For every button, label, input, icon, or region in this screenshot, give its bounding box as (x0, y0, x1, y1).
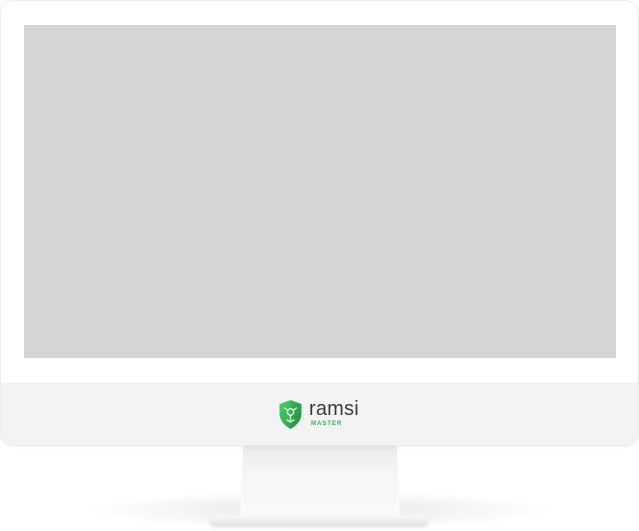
monitor-frame (0, 0, 639, 446)
brand-name: ramsi (309, 398, 359, 420)
monitor-stand-base (210, 516, 428, 526)
monitor-stand-neck (240, 446, 400, 520)
monitor-mockup: ramsi MASTER (0, 0, 639, 531)
brand-text: ramsi MASTER (309, 398, 359, 427)
shield-icon (279, 399, 302, 429)
brand-logo: ramsi MASTER (278, 398, 359, 430)
brand-subtitle: MASTER (311, 421, 343, 427)
monitor-screen (24, 25, 616, 358)
